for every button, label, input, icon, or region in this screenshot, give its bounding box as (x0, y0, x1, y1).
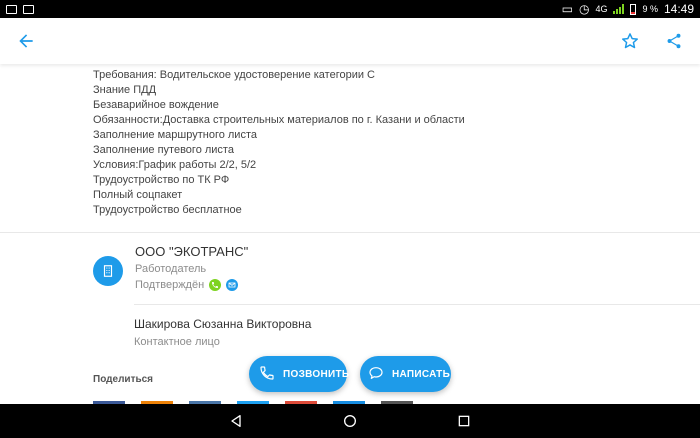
employer-name: ООО "ЭКОТРАНС" (135, 244, 249, 259)
signal-icon (613, 4, 625, 14)
app-bar (0, 18, 700, 64)
employer-type: Работодатель (135, 263, 207, 275)
call-button-label: ПОЗВОНИТЬ (283, 368, 350, 380)
vacancy-content[interactable]: Требования: Водительское удостоверение к… (0, 64, 700, 404)
alarm-icon: ◷ (578, 2, 590, 16)
phone-verified-icon (209, 279, 222, 291)
back-nav-icon[interactable] (226, 411, 246, 431)
battery-level: 9 % (642, 4, 658, 14)
description-line: Условия:График работы 2/2, 5/2 (93, 159, 257, 171)
contact-name: Шакирова Сюзанна Викторовна (134, 317, 312, 331)
app-bar-actions (618, 29, 686, 53)
write-button[interactable]: НАПИСАТЬ (360, 356, 451, 392)
description-line: Заполнение путевого листа (93, 144, 234, 156)
arrow-left-icon[interactable] (14, 29, 38, 53)
notification-icon (6, 4, 17, 14)
photo-notification-icon (23, 4, 34, 14)
section-divider (0, 232, 700, 233)
call-button[interactable]: ПОЗВОНИТЬ (249, 356, 350, 392)
description-line: Заполнение маршрутного листа (93, 129, 257, 141)
contact-role: Контактное лицо (134, 336, 220, 348)
chat-icon (368, 365, 384, 384)
description-line: Знание ПДД (93, 84, 157, 96)
description-line: Полный соцпакет (93, 189, 183, 201)
phone-icon (259, 365, 275, 384)
description-line: Обязанности:Доставка строительных матери… (93, 114, 465, 126)
verified-label: Подтверждён (135, 279, 205, 291)
email-verified-icon (226, 279, 239, 291)
description-line: Трудоустройство бесплатное (93, 204, 242, 216)
battery-icon (630, 3, 637, 15)
notification-icons (6, 4, 34, 14)
cast-icon: ▭ (561, 2, 573, 16)
star-outline-icon[interactable] (618, 29, 642, 53)
network-type: 4G (595, 4, 608, 14)
system-icons: ▭ ◷ 4G 9 % 14:49 (562, 2, 694, 16)
description-line: Безаварийное вождение (93, 99, 219, 111)
vacancy-description: Требования: Водительское удостоверение к… (0, 64, 700, 218)
building-icon (93, 256, 123, 286)
share-label: Поделиться (93, 374, 154, 385)
description-line: Трудоустройство по ТК РФ (93, 174, 230, 186)
verified-row: Подтверждён (135, 279, 248, 291)
description-line: Требования: Водительское удостоверение к… (93, 69, 376, 81)
contact-person: Шакирова Сюзанна Викторовна Контактное л… (134, 317, 311, 348)
write-button-label: НАПИСАТЬ (392, 368, 451, 380)
employer-divider (134, 304, 700, 305)
status-bar: ▭ ◷ 4G 9 % 14:49 (0, 0, 700, 18)
employer-info: ООО "ЭКОТРАНС" Работодатель Подтверждён (135, 244, 248, 291)
clock: 14:49 (663, 2, 694, 16)
employer-block[interactable]: ООО "ЭКОТРАНС" Работодатель Подтверждён (93, 244, 248, 291)
recents-nav-icon[interactable] (454, 411, 474, 431)
home-nav-icon[interactable] (340, 411, 360, 431)
navigation-bar (0, 404, 700, 438)
share-icon[interactable] (662, 29, 686, 53)
